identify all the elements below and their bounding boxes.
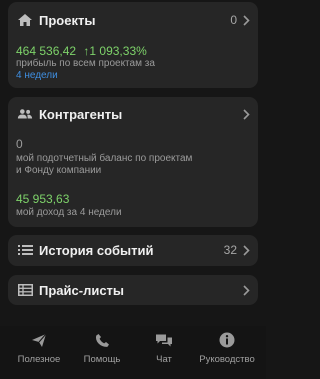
tab-useful[interactable]: Полезное bbox=[6, 331, 72, 365]
phone-icon bbox=[95, 331, 110, 349]
tab-help-label: Помощь bbox=[83, 354, 121, 365]
list-icon bbox=[17, 242, 33, 258]
tab-guide-label: Руководство bbox=[199, 354, 255, 365]
contractors-income-note: мой доход за 4 недели bbox=[16, 207, 122, 218]
contractors-balance-note-1: мой подотчетный баланс по проектам bbox=[16, 153, 193, 164]
contractors-right bbox=[243, 108, 250, 120]
history-count: 32 bbox=[223, 243, 237, 257]
projects-header[interactable]: Проекты 0 bbox=[8, 10, 258, 30]
projects-note: прибыль по всем проектам за bbox=[16, 58, 155, 69]
tab-chat[interactable]: Чат bbox=[131, 331, 197, 365]
table-icon bbox=[17, 282, 33, 298]
users-icon bbox=[17, 106, 33, 122]
tab-chat-label: Чат bbox=[156, 354, 172, 365]
tab-guide[interactable]: Руководство bbox=[194, 331, 260, 365]
projects-right: 0 bbox=[230, 13, 250, 27]
projects-card[interactable]: Проекты 0 464 536,42 ↑1 093,33% прибыль … bbox=[8, 2, 258, 88]
bottom-tab-bar: Полезное Помощь Чат Руководство bbox=[0, 326, 266, 379]
projects-profit-row: 464 536,42 ↑1 093,33% bbox=[16, 44, 147, 58]
chat-icon bbox=[155, 331, 173, 349]
history-header[interactable]: История событий 32 bbox=[8, 240, 258, 260]
pricelists-card[interactable]: Прайс-листы bbox=[8, 275, 258, 305]
history-title: История событий bbox=[39, 242, 154, 258]
contractors-card[interactable]: Контрагенты 0 мой подотчетный баланс по … bbox=[8, 97, 258, 227]
tab-help[interactable]: Помощь bbox=[69, 331, 135, 365]
projects-amount: 464 536,42 bbox=[16, 44, 77, 58]
contractors-balance: 0 bbox=[16, 137, 23, 151]
chevron-right-icon bbox=[243, 108, 250, 120]
send-icon bbox=[31, 331, 47, 349]
info-icon bbox=[219, 331, 235, 349]
home-icon bbox=[17, 12, 33, 28]
history-right: 32 bbox=[224, 243, 250, 257]
projects-change: ↑1 093,33% bbox=[83, 44, 147, 58]
contractors-title: Контрагенты bbox=[39, 106, 123, 122]
contractors-income: 45 953,63 bbox=[16, 192, 70, 206]
pricelists-right bbox=[243, 284, 250, 296]
tab-useful-label: Полезное bbox=[17, 354, 61, 365]
contractors-balance-note-2: и Фонду компании bbox=[16, 165, 102, 176]
contractors-header[interactable]: Контрагенты bbox=[8, 104, 258, 124]
projects-title: Проекты bbox=[39, 12, 96, 28]
pricelists-title: Прайс-листы bbox=[39, 282, 125, 298]
chevron-right-icon bbox=[243, 284, 250, 296]
history-card[interactable]: История событий 32 bbox=[8, 235, 258, 266]
projects-count: 0 bbox=[230, 13, 237, 27]
projects-period-link[interactable]: 4 недели bbox=[16, 70, 58, 82]
pricelists-header[interactable]: Прайс-листы bbox=[8, 280, 258, 300]
chevron-right-icon bbox=[243, 244, 250, 256]
screen: Проекты 0 464 536,42 ↑1 093,33% прибыль … bbox=[0, 0, 266, 379]
chevron-right-icon bbox=[243, 14, 250, 26]
